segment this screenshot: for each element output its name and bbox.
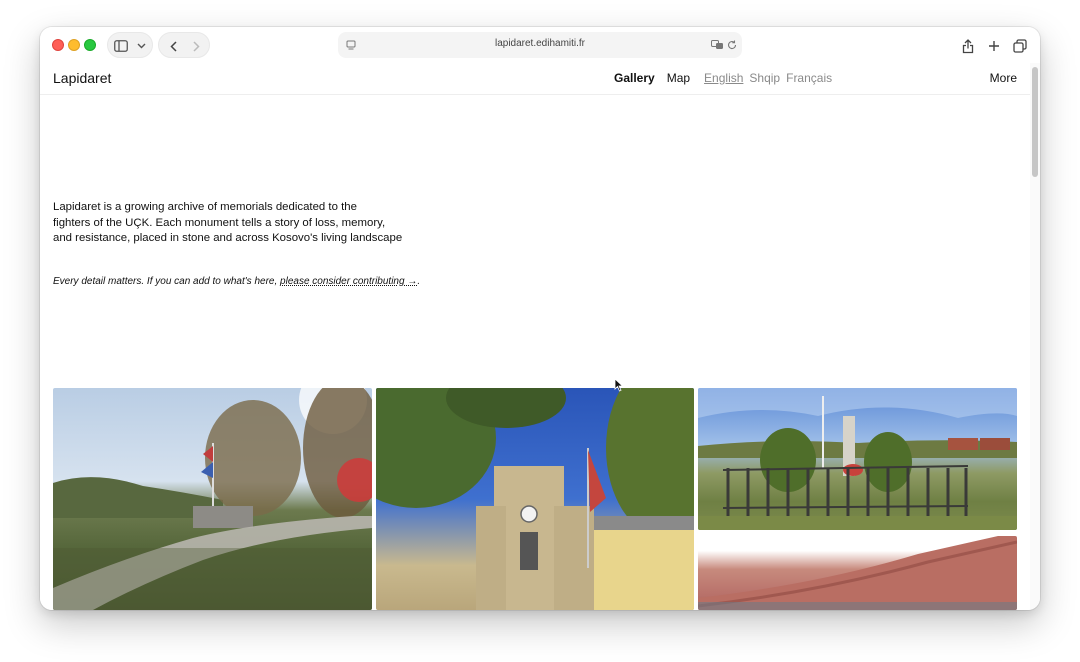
back-icon[interactable] xyxy=(166,33,180,59)
contribute-link[interactable]: please consider contributing → xyxy=(280,276,417,287)
toolbar-right-actions xyxy=(960,33,1028,59)
site-header: Lapidaret Gallery Map English Shqip Fran… xyxy=(40,63,1030,95)
tab-overview-icon[interactable] xyxy=(1012,33,1028,59)
intro-paragraph: Lapidaret is a growing archive of memori… xyxy=(53,200,423,247)
browser-window: lapidaret.edihamiti.fr Lapidaret Gallery… xyxy=(40,27,1040,610)
intro-line: Lapidaret is a growing archive of memori… xyxy=(53,201,357,213)
intro-line: fighters of the UÇK. Each monument tells… xyxy=(53,216,386,229)
zoom-window-button[interactable] xyxy=(84,39,96,51)
gallery-photo-stone-tower[interactable] xyxy=(376,388,694,610)
intro-line: and resistance, placed in stone and acro… xyxy=(53,232,403,244)
contribute-text: Every detail matters. If you can add to … xyxy=(53,276,281,287)
nav-gallery[interactable]: Gallery xyxy=(614,71,655,85)
nav-map[interactable]: Map xyxy=(667,71,690,85)
website-content: Lapidaret Gallery Map English Shqip Fran… xyxy=(40,63,1030,610)
browser-toolbar: lapidaret.edihamiti.fr xyxy=(40,27,1040,63)
sidebar-toggle-group xyxy=(107,32,153,58)
chevron-down-icon[interactable] xyxy=(135,33,147,59)
page-scrollbar[interactable] xyxy=(1030,63,1040,610)
gallery-photo-fenced-memorial[interactable] xyxy=(698,388,1017,530)
close-window-button[interactable] xyxy=(52,39,64,51)
url-text: lapidaret.edihamiti.fr xyxy=(494,38,586,49)
forward-icon[interactable] xyxy=(189,33,203,59)
address-bar[interactable]: lapidaret.edihamiti.fr xyxy=(338,32,742,58)
mouse-cursor-icon xyxy=(614,378,624,392)
gallery-photo-memorial-park[interactable] xyxy=(53,388,372,610)
scrollbar-thumb[interactable] xyxy=(1032,67,1038,177)
new-tab-icon[interactable] xyxy=(986,33,1002,59)
main-nav: Gallery Map English Shqip Français xyxy=(614,71,838,85)
history-nav-group xyxy=(158,32,210,58)
translate-icon[interactable] xyxy=(710,32,724,58)
gallery-photo-tiled-roof[interactable] xyxy=(698,536,1017,610)
lang-shqip[interactable]: Shqip xyxy=(749,71,780,85)
contribute-period: . xyxy=(417,276,421,287)
nav-more[interactable]: More xyxy=(990,71,1017,85)
site-logo[interactable]: Lapidaret xyxy=(53,70,111,86)
contribute-note: Every detail matters. If you can add to … xyxy=(53,276,420,287)
share-icon[interactable] xyxy=(960,33,976,59)
minimize-window-button[interactable] xyxy=(68,39,80,51)
lang-francais[interactable]: Français xyxy=(786,71,832,85)
sidebar-icon[interactable] xyxy=(113,33,129,59)
reload-icon[interactable] xyxy=(726,32,738,58)
lang-english[interactable]: English xyxy=(704,71,743,85)
